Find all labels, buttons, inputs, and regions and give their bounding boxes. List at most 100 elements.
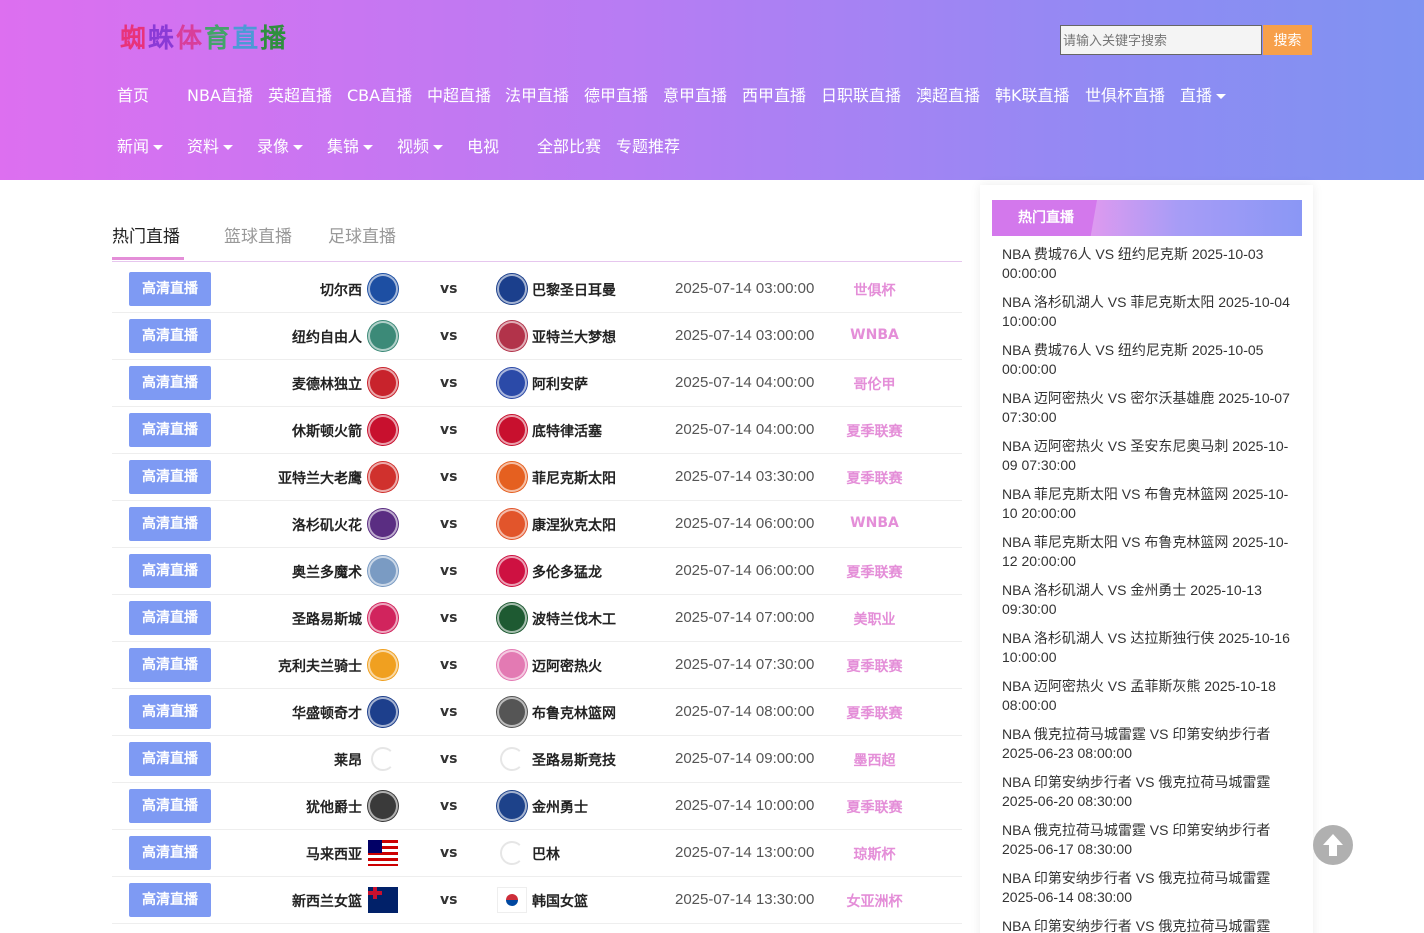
nav-item[interactable]: 世俱杯直播	[1085, 82, 1165, 106]
match-row[interactable]: 高清直播 新西兰女篮 vs 韩国女篮 2025-07-14 13:30:00 女亚洲杯	[112, 877, 962, 924]
nav-item-label: 集锦	[327, 137, 360, 156]
tab-basketball-live[interactable]: 篮球直播	[224, 222, 292, 247]
sidebar-match-link[interactable]: NBA 迈阿密热火 VS 密尔沃基雄鹿 2025-10-07 07:30:00	[1002, 389, 1292, 437]
match-row[interactable]: 高清直播 犹他爵士 vs 金州勇士 2025-07-14 10:00:00 夏季联赛	[112, 783, 962, 830]
site-logo[interactable]: 蜘蛛体育直播	[120, 18, 288, 55]
match-row[interactable]: 高清直播 马来西亚 vs 巴林 2025-07-14 13:00:00 琼斯杯	[112, 830, 962, 877]
match-row[interactable]: 高清直播 莱昂 vs 圣路易斯竞技 2025-07-14 09:00:00 墨西超	[112, 736, 962, 783]
league-name[interactable]: 女亚洲杯	[827, 891, 922, 911]
sidebar-match-link[interactable]: NBA 费城76人 VS 纽约尼克斯 2025-10-05 00:00:00	[1002, 341, 1292, 389]
nav-item[interactable]: 直播	[1180, 82, 1227, 106]
sidebar-match-link[interactable]: NBA 迈阿密热火 VS 孟菲斯灰熊 2025-10-18 08:00:00	[1002, 677, 1292, 725]
hd-live-button[interactable]: 高清直播	[129, 413, 211, 447]
nav-item[interactable]: 视频	[397, 133, 444, 157]
nav-item-label: 专题推荐	[616, 137, 681, 156]
match-row[interactable]: 高清直播 休斯顿火箭 vs 底特律活塞 2025-07-14 04:00:00 夏季联赛	[112, 407, 962, 454]
chevron-down-icon	[363, 145, 374, 150]
hd-live-button[interactable]: 高清直播	[129, 695, 211, 729]
medellin-logo	[368, 368, 398, 398]
sidebar-match-link[interactable]: NBA 洛杉矶湖人 VS 达拉斯独行侠 2025-10-16 10:00:00	[1002, 629, 1292, 677]
match-row[interactable]: 高清直播 切尔西 vs 巴黎圣日耳曼 2025-07-14 03:00:00 世俱杯	[112, 266, 962, 313]
hd-live-button[interactable]: 高清直播	[129, 742, 211, 776]
search-input[interactable]	[1060, 25, 1262, 55]
nav-item[interactable]: 德甲直播	[584, 82, 648, 106]
nav-item[interactable]: 英超直播	[268, 82, 332, 106]
home-team-name: 亚特兰大老鹰	[278, 471, 362, 487]
league-name[interactable]: 夏季联赛	[827, 797, 922, 817]
tab-football-live[interactable]: 足球直播	[328, 222, 396, 247]
nav-item[interactable]: 首页	[117, 82, 149, 106]
nav-item[interactable]: NBA直播	[187, 82, 253, 106]
league-name[interactable]: 夏季联赛	[827, 421, 922, 441]
sidebar-match-link[interactable]: NBA 洛杉矶湖人 VS 金州勇士 2025-10-13 09:30:00	[1002, 581, 1292, 629]
league-name[interactable]: 哥伦甲	[827, 374, 922, 394]
back-to-top-button[interactable]	[1313, 825, 1353, 865]
nav-item-label: 视频	[397, 137, 430, 156]
sidebar-match-link[interactable]: NBA 费城76人 VS 纽约尼克斯 2025-10-03 00:00:00	[1002, 245, 1292, 293]
match-row[interactable]: 高清直播 洛杉矶火花 vs 康涅狄克太阳 2025-07-14 06:00:00 WNBA	[112, 501, 962, 548]
nav-item[interactable]: 专题推荐	[616, 133, 680, 157]
league-name[interactable]: WNBA	[827, 515, 922, 531]
league-name[interactable]: 夏季联赛	[827, 703, 922, 723]
tab-hot-live[interactable]: 热门直播	[112, 222, 180, 247]
league-name[interactable]: 夏季联赛	[827, 562, 922, 582]
sidebar-match-link[interactable]: NBA 迈阿密热火 VS 圣安东尼奥马刺 2025-10-09 07:30:00	[1002, 437, 1292, 485]
korea-flag	[497, 885, 527, 915]
match-time: 2025-07-14 04:00:00	[675, 374, 815, 391]
hd-live-button[interactable]: 高清直播	[129, 319, 211, 353]
match-row[interactable]: 高清直播 纽约自由人 vs 亚特兰大梦想 2025-07-14 03:00:00 WNBA	[112, 313, 962, 360]
league-name[interactable]: 墨西超	[827, 750, 922, 770]
nav-item[interactable]: 法甲直播	[505, 82, 569, 106]
hd-live-button[interactable]: 高清直播	[129, 789, 211, 823]
nav-item[interactable]: 西甲直播	[742, 82, 806, 106]
sidebar-match-link[interactable]: NBA 印第安纳步行者 VS 俄克拉荷马城雷霆	[1002, 917, 1292, 933]
nav-item[interactable]: 日职联直播	[821, 82, 901, 106]
timbers-logo	[497, 603, 527, 633]
hd-live-button[interactable]: 高清直播	[129, 272, 211, 306]
nav-item[interactable]: 全部比赛	[537, 133, 601, 157]
league-name[interactable]: 琼斯杯	[827, 844, 922, 864]
hd-live-button[interactable]: 高清直播	[129, 507, 211, 541]
nav-item[interactable]: 韩K联直播	[995, 82, 1070, 106]
nav-item-label: 全部比赛	[537, 137, 602, 156]
match-list: 高清直播 切尔西 vs 巴黎圣日耳曼 2025-07-14 03:00:00 世俱杯 高清直…	[112, 266, 962, 924]
sidebar-match-link[interactable]: NBA 印第安纳步行者 VS 俄克拉荷马城雷霆 2025-06-20 08:30…	[1002, 773, 1292, 821]
match-row[interactable]: 高清直播 奥兰多魔术 vs 多伦多猛龙 2025-07-14 06:00:00 夏季联赛	[112, 548, 962, 595]
nav-item[interactable]: 资料	[187, 133, 234, 157]
sidebar-match-link[interactable]: NBA 菲尼克斯太阳 VS 布鲁克林篮网 2025-10-10 20:00:00	[1002, 485, 1292, 533]
league-name[interactable]: 夏季联赛	[827, 656, 922, 676]
sidebar-match-link[interactable]: NBA 俄克拉荷马城雷霆 VS 印第安纳步行者 2025-06-17 08:30…	[1002, 821, 1292, 869]
nav-item[interactable]: 意甲直播	[663, 82, 727, 106]
match-row[interactable]: 高清直播 圣路易斯城 vs 波特兰伐木工 2025-07-14 07:00:00 美职业	[112, 595, 962, 642]
hd-live-button[interactable]: 高清直播	[129, 554, 211, 588]
sidebar-match-link[interactable]: NBA 印第安纳步行者 VS 俄克拉荷马城雷霆 2025-06-14 08:30…	[1002, 869, 1292, 917]
league-name[interactable]: 世俱杯	[827, 280, 922, 300]
match-row[interactable]: 高清直播 华盛顿奇才 vs 布鲁克林篮网 2025-07-14 08:00:00 夏季联赛	[112, 689, 962, 736]
nav-item[interactable]: 中超直播	[427, 82, 491, 106]
match-row[interactable]: 高清直播 麦德林独立 vs 阿利安萨 2025-07-14 04:00:00 哥伦甲	[112, 360, 962, 407]
chevron-down-icon	[223, 145, 234, 150]
sidebar-match-link[interactable]: NBA 俄克拉荷马城雷霆 VS 印第安纳步行者 2025-06-23 08:00…	[1002, 725, 1292, 773]
sidebar-match-link[interactable]: NBA 菲尼克斯太阳 VS 布鲁克林篮网 2025-10-12 20:00:00	[1002, 533, 1292, 581]
search-button[interactable]: 搜索	[1263, 25, 1312, 55]
nav-item[interactable]: 集锦	[327, 133, 374, 157]
league-name[interactable]: WNBA	[827, 327, 922, 343]
hd-live-button[interactable]: 高清直播	[129, 601, 211, 635]
nav-item[interactable]: CBA直播	[347, 82, 412, 106]
match-row[interactable]: 高清直播 克利夫兰骑士 vs 迈阿密热火 2025-07-14 07:30:00 夏季联赛	[112, 642, 962, 689]
hd-live-button[interactable]: 高清直播	[129, 460, 211, 494]
nav-item[interactable]: 澳超直播	[916, 82, 980, 106]
chelsea-logo	[368, 274, 398, 304]
league-name[interactable]: 美职业	[827, 609, 922, 629]
hd-live-button[interactable]: 高清直播	[129, 883, 211, 917]
hd-live-button[interactable]: 高清直播	[129, 836, 211, 870]
league-name[interactable]: 夏季联赛	[827, 468, 922, 488]
nav-item[interactable]: 录像	[257, 133, 304, 157]
sidebar-match-link[interactable]: NBA 洛杉矶湖人 VS 菲尼克斯太阳 2025-10-04 10:00:00	[1002, 293, 1292, 341]
hd-live-button[interactable]: 高清直播	[129, 366, 211, 400]
hd-live-button[interactable]: 高清直播	[129, 648, 211, 682]
vs-label: vs	[440, 516, 458, 532]
match-row[interactable]: 高清直播 亚特兰大老鹰 vs 菲尼克斯太阳 2025-07-14 03:30:00 夏季联…	[112, 454, 962, 501]
nav-item[interactable]: 电视	[467, 133, 499, 157]
nav-item[interactable]: 新闻	[117, 133, 164, 157]
